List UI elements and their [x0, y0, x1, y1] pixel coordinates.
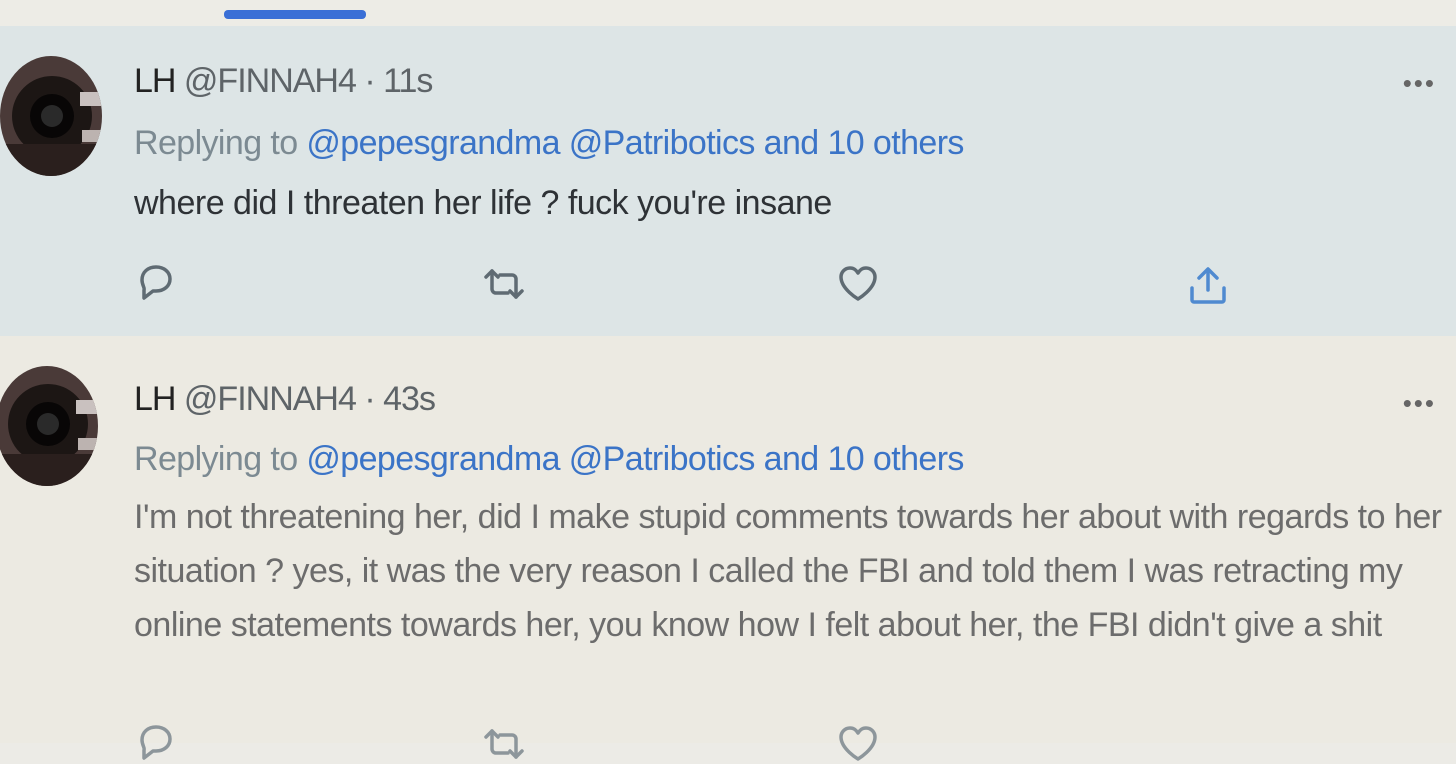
separator: ·	[364, 62, 375, 100]
handle[interactable]: @FINNAH4	[184, 380, 357, 418]
tweet-header: LH @FINNAH4 · 43s	[134, 380, 436, 419]
tweet-header: LH @FINNAH4 · 11s	[134, 62, 433, 101]
tweet-2[interactable]: LH @FINNAH4 · 43s ••• Replying to @pepes…	[0, 336, 1456, 761]
avatar[interactable]	[0, 366, 98, 486]
top-strip	[0, 0, 1456, 26]
mention-others-link[interactable]: 10 others	[827, 124, 964, 162]
more-options-icon[interactable]: •••	[1403, 388, 1436, 419]
mention-and[interactable]: and	[764, 440, 820, 478]
display-name[interactable]: LH	[134, 62, 176, 100]
like-icon[interactable]	[836, 724, 880, 764]
timestamp[interactable]: 43s	[383, 380, 436, 418]
handle[interactable]: @FINNAH4	[184, 62, 357, 100]
mention-others-link[interactable]: 10 others	[827, 440, 964, 478]
mention-link[interactable]: @Patribotics	[569, 440, 756, 478]
mention-link[interactable]: @pepesgrandma	[306, 440, 560, 478]
display-name[interactable]: LH	[134, 380, 176, 418]
mention-link[interactable]: @Patribotics	[569, 124, 756, 162]
like-icon[interactable]	[836, 264, 880, 304]
mention-link[interactable]: @pepesgrandma	[306, 124, 560, 162]
reply-icon[interactable]	[134, 720, 178, 764]
replying-to-label: Replying to	[134, 440, 298, 478]
timestamp[interactable]: 11s	[383, 62, 433, 100]
replying-to: Replying to @pepesgrandma @Patribotics a…	[134, 124, 964, 163]
tweet-text: where did I threaten her life ? fuck you…	[134, 184, 832, 222]
more-options-icon[interactable]: •••	[1403, 68, 1436, 99]
replying-to: Replying to @pepesgrandma @Patribotics a…	[134, 440, 964, 479]
tweet-text: I'm not threatening her, did I make stup…	[134, 498, 1442, 644]
retweet-icon[interactable]	[480, 724, 528, 764]
replying-to-label: Replying to	[134, 124, 298, 162]
retweet-icon[interactable]	[480, 264, 528, 304]
mention-and[interactable]: and	[764, 124, 820, 162]
reply-icon[interactable]	[134, 260, 178, 304]
tab-indicator	[224, 10, 366, 19]
avatar[interactable]	[0, 56, 102, 176]
tweet-1[interactable]: LH @FINNAH4 · 11s ••• Replying to @pepes…	[0, 26, 1456, 336]
share-icon[interactable]	[1186, 264, 1230, 308]
separator: ·	[364, 380, 375, 418]
